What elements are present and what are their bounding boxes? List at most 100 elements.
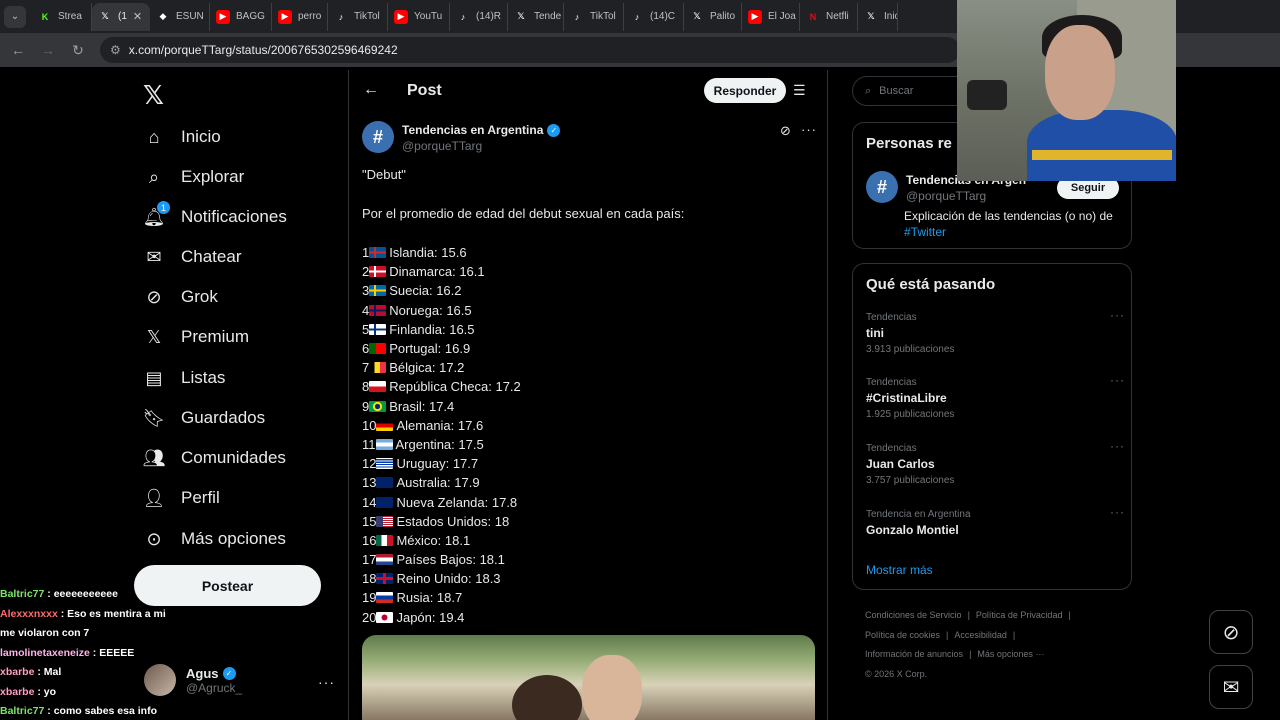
- browser-tab[interactable]: ▶ YouTu: [388, 2, 450, 31]
- ranking-row: 3 Suecia: 16.2: [362, 281, 521, 300]
- search-placeholder: Buscar: [879, 85, 914, 97]
- site-info-icon[interactable]: ⚙: [110, 43, 121, 57]
- browser-tab[interactable]: 𝕏 (1 ✕: [92, 2, 150, 31]
- related-bio-link[interactable]: #Twitter: [904, 225, 946, 239]
- nav-item-listas[interactable]: ▤ Listas: [143, 363, 225, 393]
- grok-fab-icon[interactable]: ⊘: [1209, 610, 1253, 654]
- related-bio-text: Explicación de las tendencias (o no) de: [904, 209, 1113, 223]
- messages-fab-icon[interactable]: ✉: [1209, 665, 1253, 709]
- browser-tab[interactable]: ▶ perro: [272, 2, 328, 31]
- trend-item[interactable]: Tendencias tini 3.913 publicaciones: [866, 312, 954, 355]
- footer-accessibility[interactable]: Accesibilidad: [954, 630, 1007, 640]
- ranking-row: 11 Argentina: 17.5: [362, 435, 521, 454]
- address-bar[interactable]: ⚙ x.com/porqueTTarg/status/2006765302596…: [100, 37, 960, 63]
- nav-item-grok[interactable]: ⊘ Grok: [143, 282, 217, 312]
- grok-icon[interactable]: ⊘: [780, 123, 791, 139]
- x-logo-icon[interactable]: 𝕏: [143, 80, 164, 111]
- browser-tab[interactable]: K Strea: [32, 2, 92, 31]
- ranking-row: 2 Dinamarca: 16.1: [362, 262, 521, 281]
- main-column: ← Post Responder ☰ # Tendencias en Argen…: [348, 70, 828, 720]
- tab-label: (14)R: [476, 11, 502, 22]
- post-author[interactable]: # Tendencias en Argentina ✓ @porqueTTarg: [362, 121, 561, 153]
- browser-tab[interactable]: ♪ (14)C: [624, 2, 684, 31]
- more-circle-icon: ⊙: [146, 528, 162, 549]
- footer-more[interactable]: Más opciones ···: [977, 649, 1044, 659]
- reload-icon[interactable]: ↻: [70, 42, 86, 59]
- show-more-link[interactable]: Mostrar más: [866, 563, 933, 577]
- trend-more-icon[interactable]: ···: [1110, 308, 1125, 322]
- browser-tab[interactable]: 𝕏 Inic: [858, 2, 898, 31]
- rank-country: Portugal: 16.9: [389, 341, 471, 357]
- rank-country: Dinamarca: 16.1: [389, 264, 485, 280]
- trend-count: 1.925 publicaciones: [866, 409, 955, 420]
- esun-icon: ◆: [159, 11, 167, 21]
- footer-ads[interactable]: Información de anuncios: [865, 649, 963, 659]
- x-icon: 𝕏: [101, 11, 109, 21]
- footer-privacy[interactable]: Política de Privacidad: [976, 610, 1063, 620]
- tab-search-button[interactable]: ⌄: [4, 5, 26, 28]
- nav-item-label: Notificaciones: [181, 207, 287, 226]
- trend-more-icon[interactable]: ···: [1110, 373, 1125, 387]
- footer-cookies[interactable]: Política de cookies: [865, 630, 940, 640]
- nav-item-comunidades[interactable]: 👥︎ Comunidades: [143, 443, 286, 473]
- trend-item[interactable]: Tendencias Juan Carlos 3.757 publicaciones: [866, 443, 954, 486]
- post-more-icon[interactable]: ···: [801, 122, 817, 137]
- related-handle[interactable]: @porqueTTarg: [906, 189, 1026, 203]
- browser-tab[interactable]: ♪ (14)R: [450, 2, 508, 31]
- nav-item-guardados[interactable]: 🔖︎ Guardados: [143, 403, 266, 433]
- back-arrow-icon[interactable]: ←: [363, 81, 379, 99]
- trend-title: #CristinaLibre: [866, 391, 947, 405]
- footer-copyright: © 2026 X Corp.: [865, 668, 928, 679]
- related-title: Personas re: [866, 135, 952, 152]
- hashtag-avatar[interactable]: #: [362, 121, 394, 153]
- nav-item-premium[interactable]: 𝕏 Premium: [143, 322, 249, 352]
- trend-title: Juan Carlos: [866, 457, 935, 471]
- account-more-icon[interactable]: ···: [318, 674, 335, 690]
- browser-tab[interactable]: 𝕏 Palito: [684, 2, 742, 31]
- footer-terms[interactable]: Condiciones de Servicio: [865, 610, 962, 620]
- browser-tab[interactable]: ♪ TikTol: [328, 2, 388, 31]
- browser-tab[interactable]: ▶ BAGG: [210, 2, 272, 31]
- trend-item[interactable]: Tendencias #CristinaLibre 1.925 publicacio…: [866, 377, 954, 420]
- trends-card: Qué está pasando Tendencias tini 3.913 pub…: [852, 263, 1132, 590]
- sliders-icon[interactable]: ☰: [793, 82, 806, 99]
- people-icon: 👥︎: [142, 447, 166, 468]
- close-tab-icon[interactable]: ✕: [133, 10, 142, 23]
- author-name[interactable]: Tendencias en Argentina: [402, 123, 543, 137]
- tab-label: El Joa: [768, 11, 796, 22]
- browser-tab[interactable]: ♪ TikTol: [564, 2, 624, 31]
- browser-tab[interactable]: N Netfli: [800, 2, 858, 31]
- nav-item-notificaciones[interactable]: 🔔︎ 1 Notificaciones: [143, 201, 287, 232]
- post-text-line: Por el promedio de edad del debut sexual…: [362, 206, 685, 221]
- trend-more-icon[interactable]: ···: [1110, 439, 1125, 453]
- trend-cat: Tendencias: [866, 443, 917, 454]
- rank-number: 11: [362, 436, 376, 452]
- post-image[interactable]: [362, 635, 815, 720]
- nav-item-inicio[interactable]: ⌂ Inicio: [143, 122, 221, 152]
- grok-icon: ⊘: [146, 286, 162, 307]
- nav-item-más-opciones[interactable]: ⊙ Más opciones: [143, 524, 285, 554]
- reply-button[interactable]: Responder: [704, 78, 786, 103]
- browser-tab[interactable]: 𝕏 Tende: [508, 2, 564, 31]
- account-switcher[interactable]: Agus ✓ @Agruck_: [144, 664, 242, 696]
- nav-item-perfil[interactable]: 👤︎ Perfil: [143, 483, 220, 513]
- ranking-row: 17 Países Bajos: 18.1: [362, 550, 521, 569]
- author-handle[interactable]: @porqueTTarg: [402, 139, 560, 153]
- hashtag-avatar[interactable]: #: [866, 171, 898, 203]
- rank-number: 13: [362, 475, 377, 491]
- rank-number: 8: [362, 379, 370, 395]
- tiktok-icon: ♪: [574, 11, 580, 22]
- verified-icon: ✓: [547, 123, 561, 137]
- tab-label: ESUN: [176, 11, 204, 22]
- chat-message: Alexxxnxxx : Eso es mentira a mi: [0, 605, 210, 625]
- tab-label: Palito: [710, 11, 736, 22]
- forward-icon[interactable]: →: [40, 42, 56, 58]
- back-icon[interactable]: ←: [10, 42, 26, 58]
- browser-tab[interactable]: ◆ ESUN: [150, 2, 210, 31]
- browser-tab[interactable]: ▶ El Joa: [742, 2, 800, 31]
- nav-item-explorar[interactable]: ⌕ Explorar: [143, 162, 244, 192]
- nav-item-chatear[interactable]: ✉ Chatear: [143, 242, 241, 272]
- trend-item[interactable]: Tendencia en Argentina Gonzalo Montiel: [866, 509, 971, 537]
- trend-more-icon[interactable]: ···: [1110, 505, 1125, 519]
- trend-cat: Tendencia en Argentina: [866, 509, 971, 520]
